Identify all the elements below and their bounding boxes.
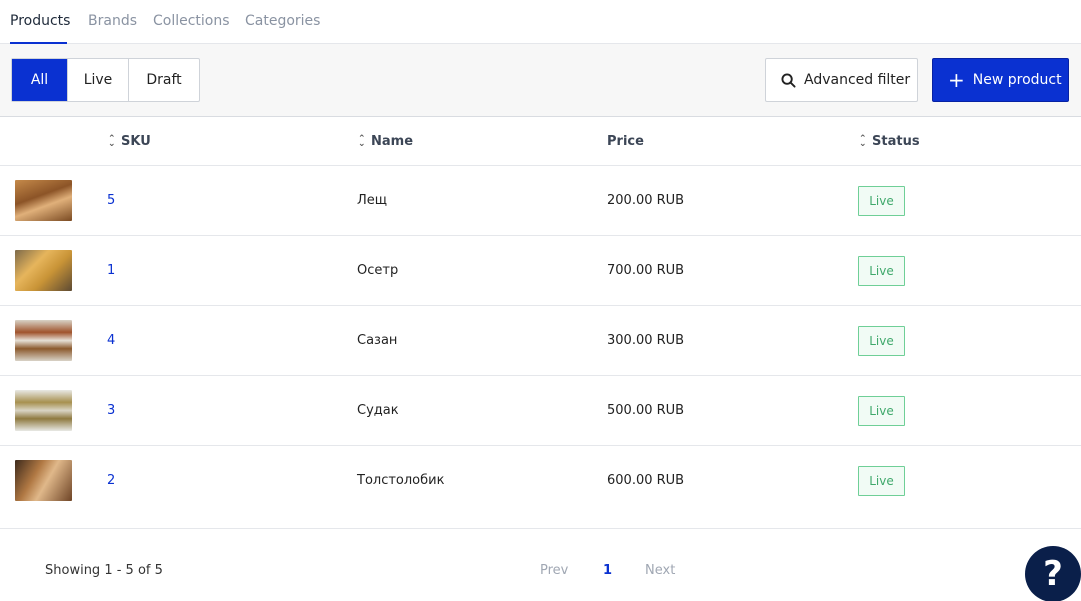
column-header-price-label: Price [607,134,644,149]
product-name: Толстолобик [357,473,445,488]
status-badge: Live [858,186,905,216]
product-price: 500.00 RUB [607,403,685,418]
sku-link[interactable]: 2 [107,473,115,488]
help-icon: ? [1043,554,1063,594]
product-name: Сазан [357,333,398,348]
column-header-status-label: Status [872,134,920,149]
sku-link[interactable]: 4 [107,333,115,348]
table-row[interactable]: 1 Осетр 700.00 RUB Live [0,236,1081,306]
product-thumbnail [15,390,72,431]
pagination-page-1[interactable]: 1 [603,563,612,578]
column-header-name-label: Name [371,134,414,149]
product-thumbnail [15,320,72,361]
sort-icon: ⌃ ⌄ [358,133,366,149]
toolbar: All Live Draft Advanced filter + New pro… [0,44,1081,117]
pagination-next[interactable]: Next [645,563,675,578]
sku-link[interactable]: 3 [107,403,115,418]
filter-draft-button[interactable]: Draft [129,59,199,101]
status-filter-segments: All Live Draft [11,58,200,102]
pagination-prev[interactable]: Prev [540,563,568,578]
product-price: 200.00 RUB [607,193,685,208]
sort-icon: ⌃ ⌄ [859,133,867,149]
tab-collections[interactable]: Collections [153,13,230,29]
advanced-filter-button[interactable]: Advanced filter [765,58,918,102]
tab-brands[interactable]: Brands [88,13,137,29]
product-name: Лещ [357,193,388,208]
column-header-sku[interactable]: ⌃ ⌄ SKU [108,134,151,149]
new-product-button[interactable]: + New product [932,58,1069,102]
column-header-price: Price [607,134,644,149]
table-row[interactable]: 4 Сазан 300.00 RUB Live [0,306,1081,376]
sku-link[interactable]: 1 [107,263,115,278]
table-row[interactable]: 2 Толстолобик 600.00 RUB Live [0,446,1081,516]
status-badge: Live [858,256,905,286]
filter-all-button[interactable]: All [12,59,68,101]
help-button[interactable]: ? [1025,546,1081,601]
product-thumbnail [15,250,72,291]
tab-categories[interactable]: Categories [245,13,320,29]
table-header: ⌃ ⌄ SKU ⌃ ⌄ Name Price ⌃ ⌄ Status [0,118,1081,166]
column-header-status[interactable]: ⌃ ⌄ Status [859,134,920,149]
advanced-filter-label: Advanced filter [804,72,911,88]
table-row[interactable]: 3 Судак 500.00 RUB Live [0,376,1081,446]
new-product-label: New product [972,72,1062,88]
status-badge: Live [858,466,905,496]
status-badge: Live [858,326,905,356]
column-header-name[interactable]: ⌃ ⌄ Name [358,134,413,149]
filter-live-button[interactable]: Live [68,59,129,101]
sku-link[interactable]: 5 [107,193,115,208]
product-name: Осетр [357,263,399,278]
product-name: Судак [357,403,399,418]
tab-products[interactable]: Products [10,13,70,29]
nav-tabs: Products Brands Collections Categories [0,0,1081,44]
column-header-sku-label: SKU [121,134,151,149]
sort-icon: ⌃ ⌄ [108,133,116,149]
product-thumbnail [15,460,72,501]
search-icon [781,72,796,88]
plus-icon: + [948,68,965,92]
table-row[interactable]: 5 Лещ 200.00 RUB Live [0,166,1081,236]
table-divider [0,528,1081,529]
product-price: 300.00 RUB [607,333,685,348]
product-price: 600.00 RUB [607,473,685,488]
status-badge: Live [858,396,905,426]
pagination-summary: Showing 1 - 5 of 5 [45,563,163,578]
product-thumbnail [15,180,72,221]
product-price: 700.00 RUB [607,263,685,278]
